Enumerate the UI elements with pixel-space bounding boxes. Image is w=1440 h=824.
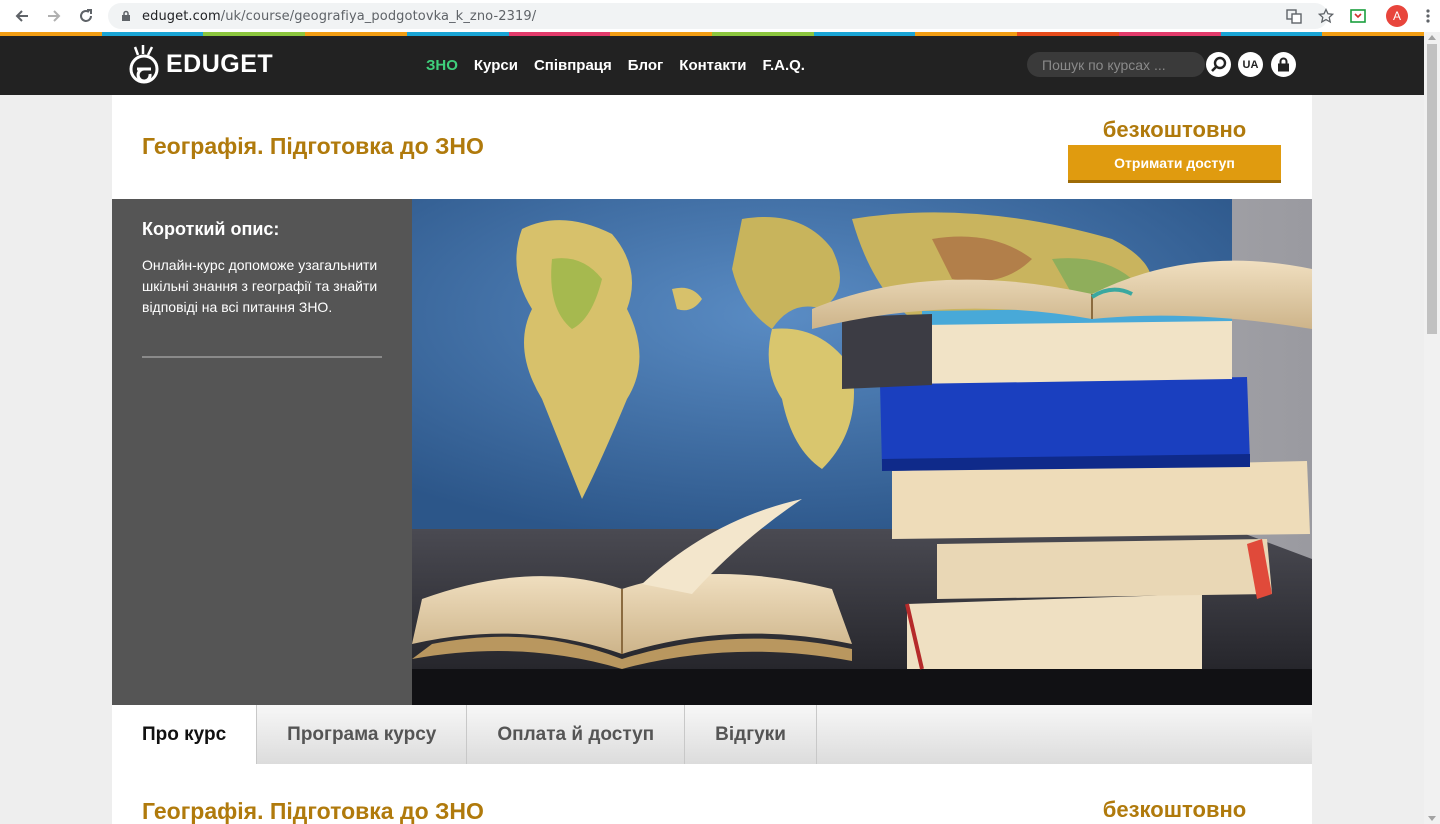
tab-about[interactable]: Про курс — [112, 705, 258, 764]
course-price: безкоштовно — [1102, 117, 1247, 142]
search-button[interactable] — [1206, 52, 1231, 77]
nav-item-faq[interactable]: F.A.Q. — [762, 57, 805, 74]
nav-item-zno[interactable]: ЗНО — [426, 57, 458, 74]
forward-arrow-icon[interactable] — [38, 0, 70, 32]
divider — [142, 356, 382, 358]
language-switch[interactable]: UA — [1238, 52, 1263, 77]
course-title: Географія. Підготовка до ЗНО — [142, 133, 484, 159]
course-search-input[interactable] — [1027, 52, 1205, 77]
translate-icon[interactable] — [1278, 0, 1310, 32]
course-tabs: Про курс Програма курсу Оплата й доступ … — [112, 705, 1312, 764]
scroll-thumb[interactable] — [1427, 44, 1437, 334]
course-hero-image — [412, 199, 1312, 705]
section-course-title: Географія. Підготовка до ЗНО — [142, 798, 484, 824]
page-scrollbar[interactable] — [1424, 32, 1440, 824]
description-heading: Короткий опис: — [142, 219, 280, 239]
nav-item-cooperation[interactable]: Співпраця — [534, 57, 612, 74]
menu-dots-icon[interactable] — [1416, 0, 1440, 32]
back-arrow-icon[interactable] — [6, 0, 38, 32]
nav-item-blog[interactable]: Блог — [628, 57, 664, 74]
tab-payment[interactable]: Оплата й доступ — [467, 705, 686, 764]
profile-avatar[interactable]: A — [1386, 5, 1408, 27]
browser-toolbar: eduget.com/uk/course/geografiya_podgotov… — [0, 0, 1440, 32]
course-card: Географія. Підготовка до ЗНО безкоштовно… — [112, 95, 1312, 824]
search-icon — [1211, 56, 1227, 72]
nav-item-contacts[interactable]: Контакти — [679, 57, 746, 74]
main-nav: ЗНО Курси Співпраця Блог Контакти F.A.Q. — [426, 36, 805, 95]
reload-icon[interactable] — [70, 0, 102, 32]
tab-program[interactable]: Програма курсу — [257, 705, 468, 764]
nav-item-courses[interactable]: Курси — [474, 57, 518, 74]
get-access-button[interactable]: Отримати доступ — [1068, 145, 1281, 183]
lock-icon — [122, 10, 130, 21]
eduget-logo[interactable]: EDUGET — [128, 44, 273, 84]
url-text: eduget.com/uk/course/geografiya_podgotov… — [142, 8, 537, 24]
site-header: EDUGET ЗНО Курси Співпраця Блог Контакти… — [0, 36, 1424, 95]
extension-icon[interactable] — [1342, 0, 1374, 32]
scroll-down-icon[interactable] — [1428, 816, 1436, 821]
logo-text: EDUGET — [166, 49, 274, 78]
bookmark-star-icon[interactable] — [1310, 0, 1342, 32]
tab-reviews[interactable]: Відгуки — [685, 705, 817, 764]
lock-icon — [1278, 57, 1289, 72]
section-course-price: безкоштовно — [1102, 797, 1247, 822]
short-description-panel: Короткий опис: Онлайн-курс допоможе узаг… — [112, 199, 412, 705]
logo-mascot-icon — [129, 45, 159, 84]
address-bar[interactable]: eduget.com/uk/course/geografiya_podgotov… — [108, 3, 1328, 29]
books-and-map-illustration — [412, 199, 1312, 705]
login-button[interactable] — [1271, 52, 1296, 77]
scroll-up-icon[interactable] — [1428, 35, 1436, 40]
description-text: Онлайн-курс допоможе узагальнити шкільні… — [142, 257, 378, 315]
